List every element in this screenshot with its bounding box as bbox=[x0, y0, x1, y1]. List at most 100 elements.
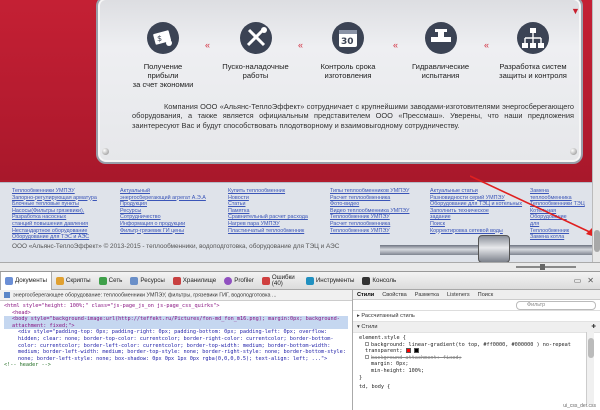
styles-subtabs: Стили Свойства Разметка Listeners Поиск bbox=[353, 290, 600, 300]
footer-link[interactable]: Теплообменники УМПЭУ bbox=[12, 188, 122, 195]
rule-property[interactable]: background: linear-gradient(to top, #ff0… bbox=[359, 342, 594, 355]
feature-deadline[interactable]: 30 Контроль срока изготовления bbox=[313, 20, 383, 89]
script-icon bbox=[55, 276, 64, 285]
zoom-slider-knob[interactable] bbox=[540, 264, 545, 270]
tab-errors[interactable]: Ошибки (40) bbox=[258, 272, 302, 290]
footer-link[interactable]: Памятка bbox=[228, 208, 338, 215]
rule-property[interactable]: background-attachment: fixed; bbox=[359, 355, 594, 362]
add-rule-icon[interactable]: ✚ bbox=[591, 324, 596, 330]
devtools-tabs: Документы Скрипты Сеть Ресурсы Хранилище… bbox=[0, 271, 600, 290]
dom-node-selected[interactable]: <body style="background-image:url(http:/… bbox=[4, 316, 348, 330]
dom-node[interactable]: <div style="padding-top: 0px; padding-ri… bbox=[4, 329, 348, 362]
footer-link[interactable]: Нестандартное оборудование bbox=[12, 228, 122, 235]
footer-link[interactable]: Теплообменник УМПЭУ bbox=[330, 214, 440, 221]
footer-link[interactable]: Теплообменник УМПЭУ bbox=[330, 228, 440, 235]
tab-scripts[interactable]: Скрипты bbox=[52, 272, 95, 290]
tab-storage[interactable]: Хранилище bbox=[169, 272, 220, 290]
color-swatch-red[interactable] bbox=[405, 348, 411, 354]
document-icon bbox=[5, 276, 13, 285]
zoom-slider-track[interactable] bbox=[516, 266, 576, 268]
footer-link[interactable]: Расчет теплообменника bbox=[330, 195, 440, 202]
breadcrumb[interactable]: энергосберегающее оборудование: теплообм… bbox=[0, 290, 352, 301]
feature-profit[interactable]: $ Получение прибыли за счет экономии bbox=[128, 20, 198, 89]
subtab-properties[interactable]: Свойства bbox=[382, 292, 407, 298]
footer-link[interactable]: Актуальный bbox=[120, 188, 230, 195]
footer-link[interactable]: Пластинчатый теплообменник bbox=[228, 228, 338, 235]
dom-node[interactable]: <html style="height: 100%;" class="js-pa… bbox=[4, 303, 348, 310]
property-checkbox[interactable] bbox=[365, 355, 369, 360]
footer-link[interactable]: Нагрев пара УМПЭУ bbox=[228, 221, 338, 228]
feature-protection[interactable]: Разработка систем защиты и контроля bbox=[498, 20, 568, 89]
styles-scrollbar[interactable] bbox=[586, 332, 594, 404]
filter-row: Фильтр bbox=[353, 300, 600, 311]
footer-link[interactable]: Фото-видео bbox=[330, 201, 440, 208]
tab-label: Сеть bbox=[108, 277, 123, 284]
footer-link[interactable]: Новости bbox=[228, 195, 338, 202]
dom-node[interactable]: <head> bbox=[4, 310, 348, 317]
footer-link[interactable]: Статьи bbox=[228, 201, 338, 208]
scrollbar-thumb[interactable] bbox=[588, 338, 594, 358]
footer-link[interactable]: станций повышения давления bbox=[12, 221, 122, 228]
subtab-styles[interactable]: Стили bbox=[357, 292, 374, 298]
svg-text:$: $ bbox=[157, 34, 162, 43]
footer-link[interactable]: Видео теплообменника УМПЭУ bbox=[330, 208, 440, 215]
money-cash-icon: $ bbox=[145, 20, 181, 56]
styles-pane: Стили Свойства Разметка Listeners Поиск … bbox=[352, 290, 600, 410]
feature-setup[interactable]: Пуско-наладочные работы bbox=[221, 20, 291, 89]
tab-resources[interactable]: Ресурсы bbox=[126, 272, 168, 290]
subtab-search[interactable]: Поиск bbox=[478, 292, 494, 298]
feature-label: Пуско-наладочные работы bbox=[222, 62, 289, 81]
calendar-30-icon: 30 bbox=[330, 20, 366, 56]
tab-label: Инструменты bbox=[315, 277, 355, 284]
filter-input[interactable]: Фильтр bbox=[516, 301, 596, 310]
footer-link[interactable]: энергосберегающий агрегат А.Э.А bbox=[120, 195, 230, 202]
rule-property[interactable]: margin: 0px; bbox=[359, 361, 594, 368]
footer-link[interactable]: Оборудование для ТЭС и АЭС bbox=[12, 234, 122, 241]
footer-link[interactable]: Запорно-регулирующая арматура bbox=[12, 195, 122, 202]
tab-profiler[interactable]: Profiler bbox=[220, 272, 258, 290]
rule-close: } bbox=[359, 374, 363, 381]
footer-link[interactable]: Ресурсы bbox=[120, 208, 230, 215]
color-swatch-black[interactable] bbox=[413, 348, 419, 354]
subtab-layout[interactable]: Разметка bbox=[415, 292, 439, 298]
footer-link[interactable]: Продукция bbox=[120, 201, 230, 208]
footer-link[interactable]: Блочные тепловые пункты bbox=[12, 201, 122, 208]
footer-link[interactable]: Сотрудничество bbox=[120, 214, 230, 221]
scroll-up-arrow-icon[interactable]: ▼ bbox=[571, 6, 580, 16]
subtab-listeners[interactable]: Listeners bbox=[447, 292, 470, 298]
tab-documents[interactable]: Документы bbox=[0, 271, 52, 290]
footer-link[interactable]: Сравнительный расчет расхода bbox=[228, 214, 338, 221]
footer-link[interactable]: Расчет теплообменника bbox=[330, 221, 440, 228]
styles-section-toggle[interactable]: ▾ Стили ✚ bbox=[353, 322, 600, 333]
separator-arrows-icon: « bbox=[205, 40, 210, 50]
page-scrollbar[interactable] bbox=[592, 0, 600, 262]
rule-property[interactable]: min-height: 100%; bbox=[359, 368, 594, 375]
tools-icon bbox=[305, 276, 314, 285]
footer-link[interactable]: Насосы(Фильтры грязевики), bbox=[12, 208, 122, 215]
feature-label: Разработка систем защиты и контроля bbox=[499, 62, 567, 81]
property-checkbox[interactable] bbox=[365, 342, 369, 347]
scrollbar-thumb[interactable] bbox=[594, 230, 600, 252]
section-label: Рассчитанный стиль bbox=[361, 313, 415, 319]
close-icon[interactable]: ✕ bbox=[587, 276, 594, 285]
rule-selector: element.style { bbox=[359, 335, 406, 341]
error-icon bbox=[261, 276, 270, 285]
footer-link[interactable]: Разработка насосных bbox=[12, 214, 122, 221]
computed-style-toggle[interactable]: ▸ Рассчитанный стиль bbox=[353, 311, 600, 322]
dom-tree[interactable]: <html style="height: 100%;" class="js-pa… bbox=[0, 301, 352, 410]
css-rule[interactable]: element.style { background: linear-gradi… bbox=[353, 333, 600, 393]
feature-hydraulic[interactable]: Гидравлические испытания bbox=[406, 20, 476, 89]
devtools-window-controls: ▭ ✕ bbox=[574, 276, 600, 285]
undock-icon[interactable]: ▭ bbox=[574, 276, 582, 285]
footer-link[interactable]: Фильтр-грязевик ГИ цены bbox=[120, 228, 230, 235]
footer-link[interactable]: Типы теплообменников УМПЭУ bbox=[330, 188, 440, 195]
tab-console[interactable]: Консоль bbox=[358, 272, 400, 290]
tab-label: Хранилище bbox=[182, 277, 217, 284]
profiler-icon bbox=[224, 276, 233, 285]
tab-label: Скрипты bbox=[65, 277, 91, 284]
tab-label: Консоль bbox=[372, 277, 397, 284]
footer-link[interactable]: Информация о продукции bbox=[120, 221, 230, 228]
footer-link[interactable]: Купить теплообменник bbox=[228, 188, 338, 195]
tab-network[interactable]: Сеть bbox=[95, 272, 127, 290]
tab-tools[interactable]: Инструменты bbox=[302, 272, 359, 290]
